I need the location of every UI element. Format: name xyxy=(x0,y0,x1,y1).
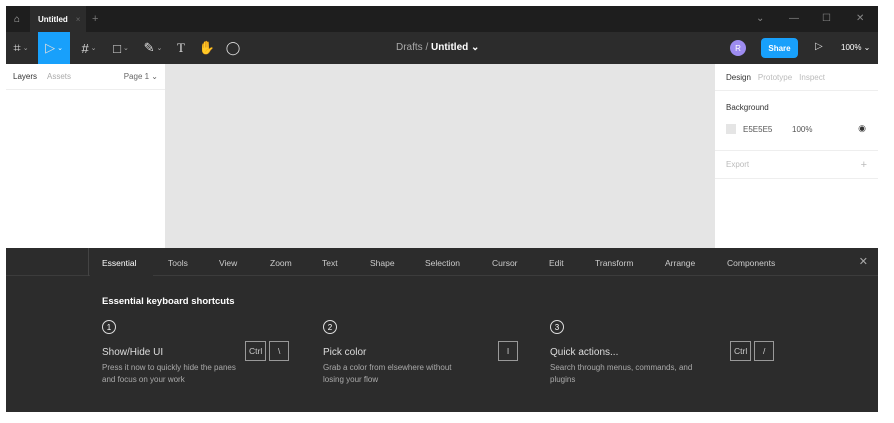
tab-inspect[interactable]: Inspect xyxy=(799,73,825,82)
shortcut-title: Quick actions... xyxy=(550,347,619,358)
zoom-dropdown[interactable]: 100% ⌄ xyxy=(841,43,870,52)
key-i: I xyxy=(498,341,518,361)
shortcut-item: 1 Show/Hide UI Press it now to quickly h… xyxy=(102,320,290,384)
right-panel: Design Prototype Inspect Background E5E5… xyxy=(714,64,878,248)
tab-view[interactable]: View xyxy=(219,258,237,268)
tab-transform[interactable]: Transform xyxy=(595,258,633,268)
tab-close-icon[interactable]: × xyxy=(76,15,81,24)
shortcut-description: Search through menus, commands, and plug… xyxy=(550,363,693,384)
new-tab-icon[interactable]: + xyxy=(92,13,98,25)
tab-layers[interactable]: Layers xyxy=(13,72,37,81)
tab-title: Untitled xyxy=(38,14,68,24)
shortcut-item: 2 Pick color Grab a color from elsewhere… xyxy=(323,320,518,384)
active-tab-indicator xyxy=(90,275,153,277)
shortcut-title: Show/Hide UI xyxy=(102,347,164,358)
shortcut-item: 3 Quick actions... Search through menus,… xyxy=(550,320,775,384)
step-number: 2 xyxy=(323,320,337,334)
tab-assets[interactable]: Assets xyxy=(47,72,71,81)
toolbar: ⌗ ⌄ ▷ ⌄ # ⌄ □ ⌄ ✎ ⌄ T ✋ ◯ Drafts / Untitled ⌄… xyxy=(6,32,878,64)
move-tool-icon[interactable]: ▷ ⌄ xyxy=(38,32,70,64)
tab-essential[interactable]: Essential xyxy=(102,258,137,268)
tab-edit[interactable]: Edit xyxy=(549,258,564,268)
close-icon[interactable]: ✕ xyxy=(856,13,864,24)
pen-tool-icon[interactable]: ✎ ⌄ xyxy=(140,32,166,64)
avatar[interactable]: R xyxy=(730,40,746,56)
home-icon[interactable]: ⌂ xyxy=(6,6,28,32)
shortcut-tabs: Essential Tools View Zoom Text Shape Sel… xyxy=(6,248,878,277)
text-tool-icon[interactable]: T xyxy=(172,32,190,64)
maximize-icon[interactable]: ☐ xyxy=(822,13,831,24)
tabs-spacer xyxy=(6,248,89,276)
step-number: 1 xyxy=(102,320,116,334)
title-bar: ⌂ Untitled × + ⌄ — ☐ ✕ xyxy=(6,6,878,32)
background-hex[interactable]: E5E5E5 xyxy=(743,125,772,134)
frame-tool-icon[interactable]: # ⌄ xyxy=(76,32,102,64)
main-menu-icon[interactable]: ⌗ ⌄ xyxy=(6,32,36,64)
key-backslash: \ xyxy=(269,341,290,361)
tab-selection[interactable]: Selection xyxy=(425,258,460,268)
keyboard-shortcuts-panel: Essential Tools View Zoom Text Shape Sel… xyxy=(6,248,878,412)
tab-text[interactable]: Text xyxy=(322,258,338,268)
eye-icon[interactable]: ◉ xyxy=(858,123,866,134)
comment-tool-icon[interactable]: ◯ xyxy=(224,32,242,64)
section-heading: Essential keyboard shortcuts xyxy=(102,296,235,307)
key-slash: / xyxy=(754,341,775,361)
shortcut-description: Grab a color from elsewhere without losi… xyxy=(323,363,452,384)
tab-shape[interactable]: Shape xyxy=(370,258,395,268)
file-name[interactable]: Untitled ⌄ xyxy=(431,42,479,53)
export-label: Export xyxy=(726,160,750,169)
key-ctrl: Ctrl xyxy=(730,341,752,361)
step-number: 3 xyxy=(550,320,564,334)
chevron-down-icon[interactable]: ⌄ xyxy=(756,13,764,24)
rectangle-tool-icon[interactable]: □ ⌄ xyxy=(108,32,134,64)
tab-tools[interactable]: Tools xyxy=(168,258,188,268)
left-panel: Layers Assets Page 1 ⌄ xyxy=(6,64,165,248)
tab-components[interactable]: Components xyxy=(727,258,775,268)
tab-arrange[interactable]: Arrange xyxy=(665,258,695,268)
tab-zoom[interactable]: Zoom xyxy=(270,258,292,268)
hand-tool-icon[interactable]: ✋ xyxy=(198,32,216,64)
tab-prototype[interactable]: Prototype xyxy=(758,73,792,82)
minimize-icon[interactable]: — xyxy=(789,13,799,24)
figma-window: ⌂ Untitled × + ⌄ — ☐ ✕ ⌗ ⌄ ▷ ⌄ # ⌄ □ ⌄ ✎ ⌄ T ✋… xyxy=(6,6,878,412)
add-export-icon[interactable]: + xyxy=(861,159,867,171)
breadcrumb-drafts[interactable]: Drafts xyxy=(396,42,423,53)
background-opacity[interactable]: 100% xyxy=(792,125,812,134)
key-ctrl: Ctrl xyxy=(245,341,267,361)
breadcrumb[interactable]: Drafts / Untitled ⌄ xyxy=(396,42,479,53)
share-button[interactable]: Share xyxy=(761,38,798,58)
present-icon[interactable]: ▷ xyxy=(815,41,823,52)
tab-design[interactable]: Design xyxy=(726,73,751,82)
background-label: Background xyxy=(726,103,769,112)
canvas[interactable] xyxy=(165,64,714,248)
shortcut-description: Press it now to quickly hide the panes a… xyxy=(102,363,236,384)
file-tab[interactable]: Untitled × xyxy=(30,6,86,32)
shortcut-title: Pick color xyxy=(323,347,367,358)
tab-cursor[interactable]: Cursor xyxy=(492,258,518,268)
breadcrumb-separator: / xyxy=(425,42,429,53)
close-icon[interactable]: ✕ xyxy=(859,255,868,268)
page-selector[interactable]: Page 1 ⌄ xyxy=(124,72,158,81)
background-swatch[interactable] xyxy=(726,124,736,134)
